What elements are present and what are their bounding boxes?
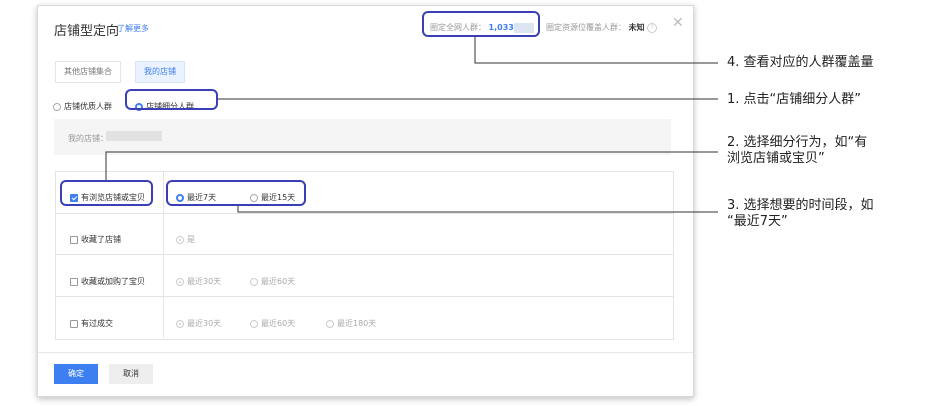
callout-line-2	[105, 151, 718, 180]
annotation-step3: 3. 选择想要的时间段，如 “最近7天”	[727, 198, 874, 229]
annotation-step4: 4. 查看对应的人群覆盖量	[727, 55, 874, 70]
callout-line-3	[237, 206, 718, 213]
annotation-step1: 1. 点击“店铺细分人群”	[727, 92, 862, 107]
callout-line-4	[474, 37, 718, 64]
annotation-step2: 2. 选择细分行为，如“有 浏览店铺或宝贝”	[727, 135, 868, 166]
